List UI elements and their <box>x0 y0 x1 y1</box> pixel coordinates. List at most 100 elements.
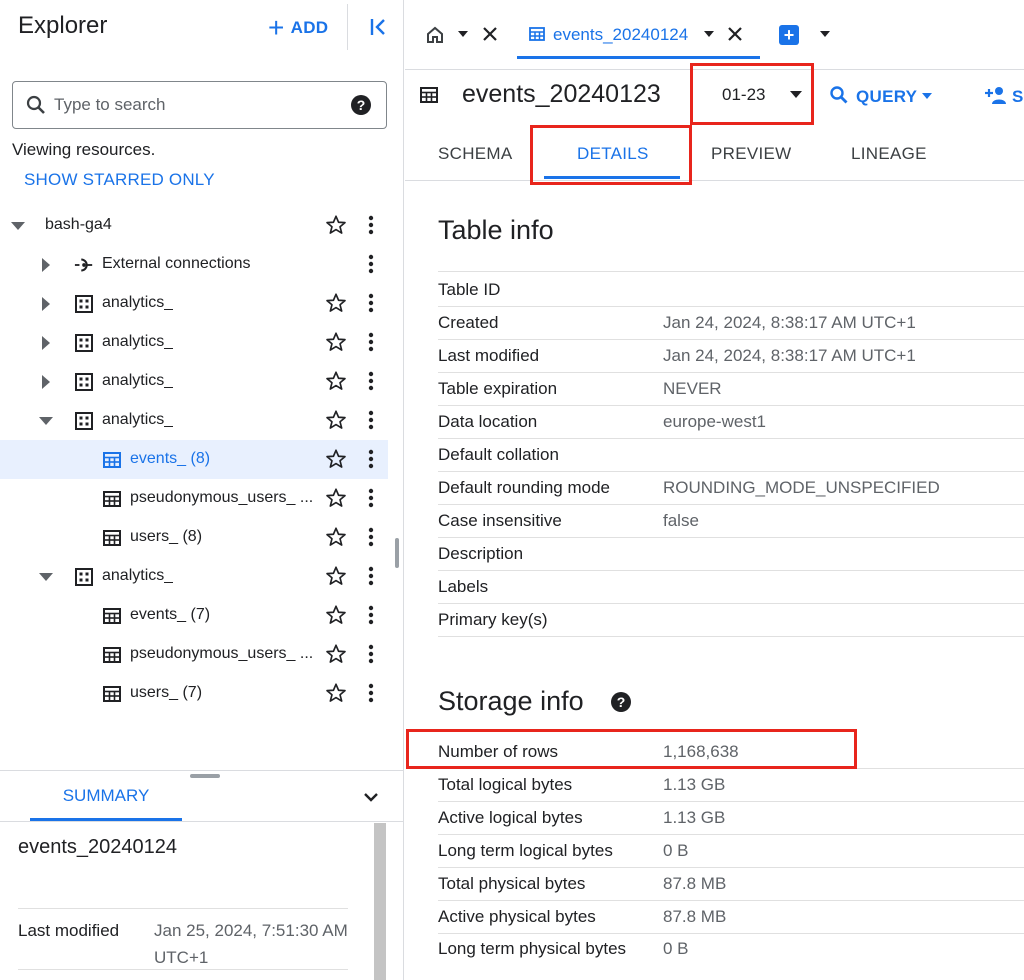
star-icon[interactable] <box>325 448 347 470</box>
row-divider <box>438 537 1024 538</box>
summary-row-divider <box>18 908 348 909</box>
tree-row-label: External connections <box>102 255 251 272</box>
more-vert-icon[interactable] <box>360 487 382 509</box>
tab-schema[interactable]: SCHEMA <box>438 144 513 164</box>
caret-right-icon[interactable] <box>38 296 54 312</box>
caret-down-icon[interactable] <box>818 27 832 41</box>
star-icon[interactable] <box>325 682 347 704</box>
row-divider <box>438 636 1024 637</box>
tree-row[interactable]: analytics_ <box>0 362 388 401</box>
more-vert-icon[interactable] <box>360 526 382 548</box>
tree-row-label: pseudonymous_users_ ... <box>130 489 314 506</box>
info-row-key: Table ID <box>438 279 501 299</box>
close-icon[interactable] <box>481 25 499 43</box>
info-row-key: Active logical bytes <box>438 808 583 827</box>
more-vert-icon[interactable] <box>360 409 382 431</box>
tree-row-label: events_ (7) <box>130 606 211 623</box>
share-button[interactable]: S <box>1012 87 1023 107</box>
header-divider <box>347 4 348 50</box>
tree-row-label: analytics_ <box>102 333 174 350</box>
star-icon[interactable] <box>325 331 347 353</box>
caret-down-icon[interactable] <box>10 218 26 234</box>
more-vert-icon[interactable] <box>360 214 382 236</box>
page-title: events_20240123 <box>462 80 661 108</box>
tree-row[interactable]: users_ (8) <box>0 518 388 557</box>
star-icon[interactable] <box>325 292 347 314</box>
tree-row[interactable]: analytics_ <box>0 323 388 362</box>
star-icon[interactable] <box>325 214 347 236</box>
collapse-panel-icon[interactable] <box>366 14 392 40</box>
caret-down-icon[interactable] <box>456 27 470 41</box>
caret-down-icon[interactable] <box>702 27 716 41</box>
resize-handle[interactable] <box>190 774 220 778</box>
tree-row[interactable]: users_ (7) <box>0 674 388 713</box>
more-vert-icon[interactable] <box>360 604 382 626</box>
caret-right-icon[interactable] <box>38 257 54 273</box>
info-row-value: 0 B <box>663 841 689 860</box>
row-divider <box>438 372 1024 373</box>
show-starred-only-link[interactable]: SHOW STARRED ONLY <box>24 170 215 190</box>
star-icon[interactable] <box>325 487 347 509</box>
tree-row[interactable]: analytics_ <box>0 284 388 323</box>
more-vert-icon[interactable] <box>360 682 382 704</box>
viewing-text: Viewing resources. <box>12 140 156 159</box>
caret-down-icon[interactable] <box>38 569 54 585</box>
close-icon[interactable] <box>726 25 744 43</box>
info-row-key: Last modified <box>438 346 540 365</box>
new-tab-plus-icon[interactable]: + <box>779 25 799 45</box>
tree-row[interactable]: bash-ga4 <box>0 206 388 245</box>
tree-row[interactable]: pseudonymous_users_ ... <box>0 479 388 518</box>
add-button[interactable]: + ADD <box>268 14 328 42</box>
caret-down-icon[interactable] <box>920 89 934 103</box>
info-row-value: 1.13 GB <box>663 775 726 794</box>
tree-row[interactable]: analytics_ <box>0 401 388 440</box>
info-row-value: 87.8 MB <box>663 907 727 926</box>
caret-down-icon[interactable] <box>38 413 54 429</box>
add-person-icon[interactable] <box>984 84 1008 106</box>
query-button[interactable]: QUERY <box>856 87 917 107</box>
star-icon[interactable] <box>325 565 347 587</box>
chevron-down-icon[interactable] <box>360 786 382 808</box>
more-vert-icon[interactable] <box>360 448 382 470</box>
star-icon[interactable] <box>325 409 347 431</box>
more-vert-icon[interactable] <box>360 565 382 587</box>
star-icon[interactable] <box>325 604 347 626</box>
more-vert-icon[interactable] <box>360 253 382 275</box>
more-vert-icon[interactable] <box>360 292 382 314</box>
tab-preview[interactable]: PREVIEW <box>711 144 792 164</box>
more-vert-icon[interactable] <box>360 331 382 353</box>
help-icon[interactable]: ? <box>351 95 371 115</box>
caret-right-icon[interactable] <box>38 374 54 390</box>
star-icon[interactable] <box>325 526 347 548</box>
search-icon[interactable] <box>828 84 850 106</box>
tree-row-label: users_ (8) <box>130 528 203 545</box>
tree-row[interactable]: events_ (7) <box>0 596 388 635</box>
help-icon[interactable]: ? <box>611 692 631 712</box>
more-vert-icon[interactable] <box>360 370 382 392</box>
dataset-icon <box>74 333 94 353</box>
table-icon <box>102 645 122 665</box>
table-icon <box>102 489 122 509</box>
search-input[interactable] <box>54 90 334 120</box>
plus-icon: + <box>268 12 285 43</box>
tab-summary[interactable]: SUMMARY <box>30 786 182 820</box>
summary-scrollbar[interactable] <box>374 823 386 980</box>
tree-row[interactable]: analytics_ <box>0 557 388 596</box>
info-row-key: Primary key(s) <box>438 610 548 629</box>
star-icon[interactable] <box>325 370 347 392</box>
caret-right-icon[interactable] <box>38 335 54 351</box>
row-divider <box>438 438 1024 439</box>
table-icon <box>528 25 546 43</box>
row-divider <box>438 271 1024 272</box>
tree-row[interactable]: pseudonymous_users_ ... <box>0 635 388 674</box>
info-row-key: Total physical bytes <box>438 874 586 893</box>
home-icon[interactable] <box>424 24 446 46</box>
more-vert-icon[interactable] <box>360 643 382 665</box>
tree-row[interactable]: External connections <box>0 245 388 284</box>
row-divider <box>438 834 1024 835</box>
table-info-title: Table info <box>438 215 554 245</box>
tab-lineage[interactable]: LINEAGE <box>851 144 927 164</box>
star-icon[interactable] <box>325 643 347 665</box>
tree-scrollbar[interactable] <box>395 538 399 568</box>
tree-row[interactable]: events_ (8) <box>0 440 388 479</box>
